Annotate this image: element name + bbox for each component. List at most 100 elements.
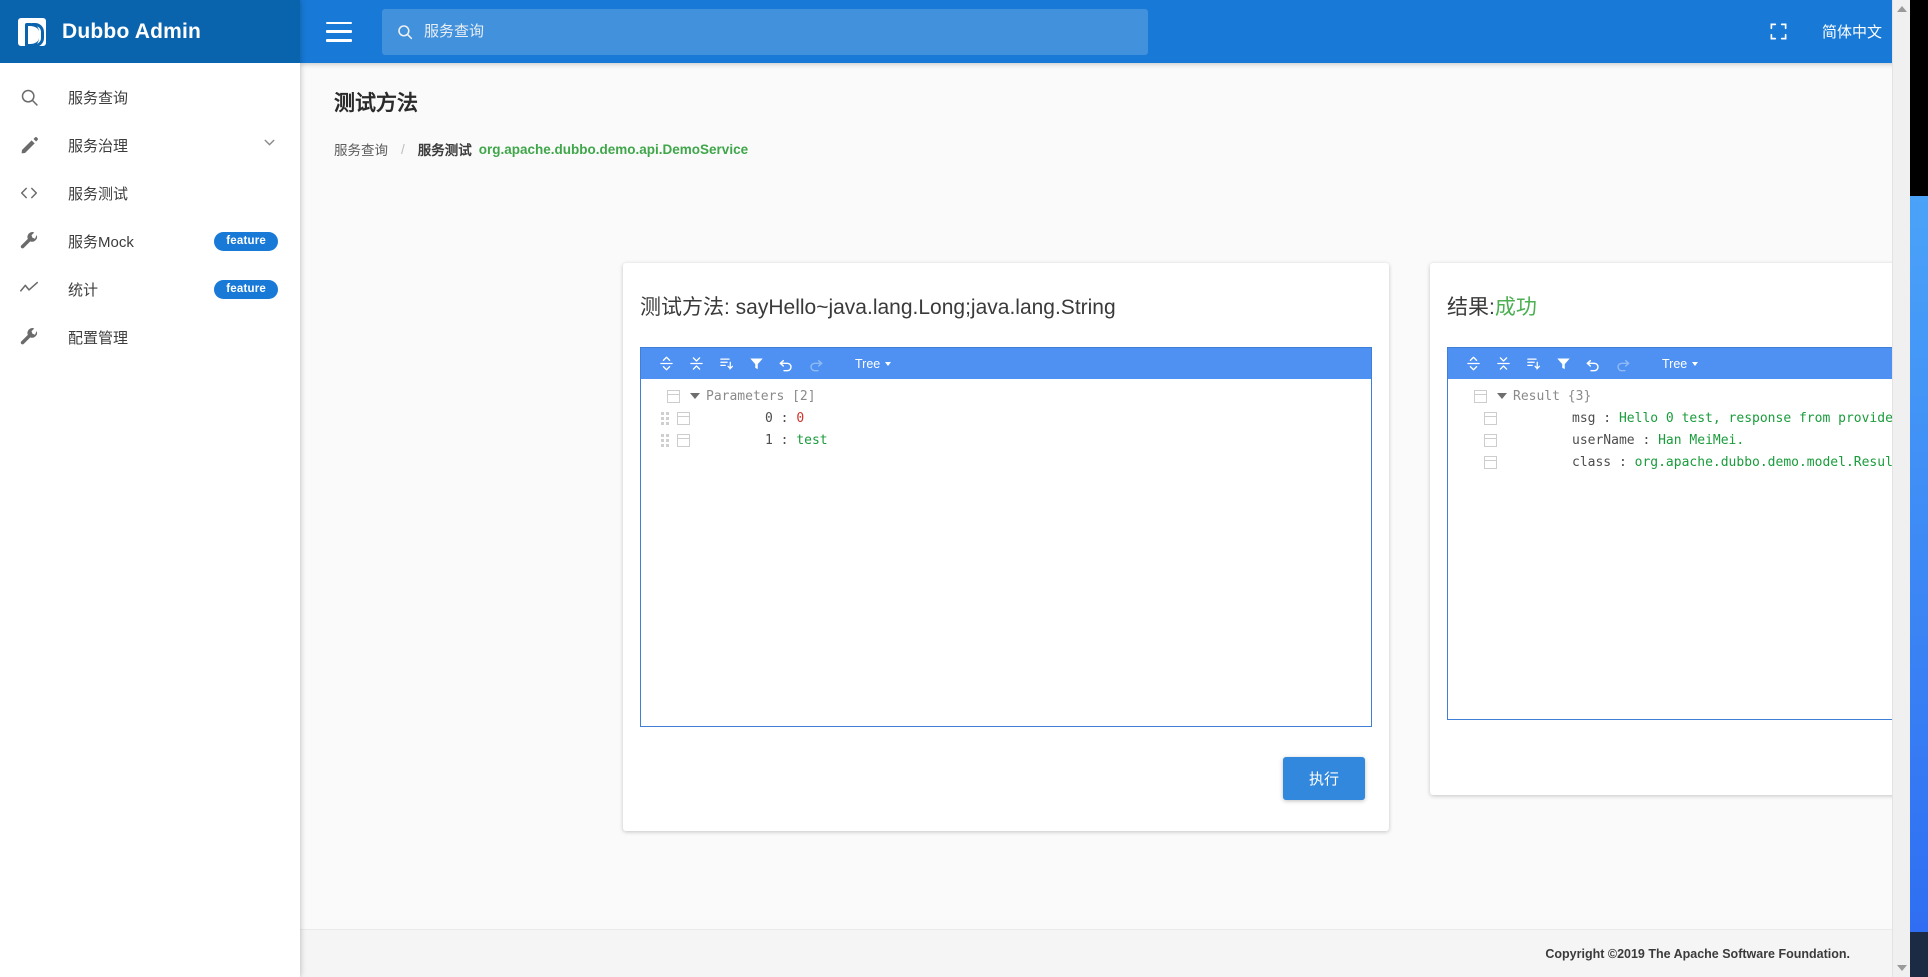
tree-row[interactable]: msg : Hello 0 test, response from provid…: [1448, 407, 1928, 429]
chevron-down-icon: [1692, 361, 1699, 366]
brand-header[interactable]: Dubbo Admin: [0, 0, 300, 63]
drag-handle: [1466, 411, 1478, 425]
redo-icon: [1608, 348, 1638, 379]
chevron-down-icon: [885, 361, 892, 366]
filter-icon[interactable]: [741, 348, 771, 379]
hamburger-icon[interactable]: [326, 21, 352, 42]
search-box[interactable]: [382, 8, 1148, 55]
sidebar: Dubbo Admin 服务查询 服务治理 服务测试 服务Mock featur…: [0, 0, 300, 977]
drag-handle[interactable]: [659, 433, 671, 447]
tree-row[interactable]: userName : Han MeiMei.: [1448, 429, 1928, 451]
page-title: 测试方法: [334, 92, 418, 115]
topbar: 简体中文: [300, 0, 1928, 63]
row-menu-button[interactable]: [677, 411, 690, 425]
result-json-editor[interactable]: Tree Result {3} msg: Hello 0 test, resp…: [1447, 347, 1928, 720]
window-edge-strip: [1910, 0, 1928, 977]
edge-segment-blue: [1910, 196, 1928, 932]
execute-button[interactable]: 执行: [1282, 757, 1365, 800]
tree-row-key: 1: [765, 432, 773, 448]
tree-row[interactable]: class : org.apache.dubbo.demo.model.Resu…: [1448, 451, 1928, 473]
tree-row[interactable]: 0 : 0: [641, 407, 1371, 429]
fullscreen-icon[interactable]: [1769, 22, 1788, 41]
vertical-scrollbar[interactable]: [1892, 0, 1910, 977]
expand-toggle-icon[interactable]: [688, 393, 702, 399]
tree-root-count: [2]: [792, 388, 816, 404]
scroll-down-arrow-icon[interactable]: [1897, 965, 1907, 971]
chevron-down-icon[interactable]: [261, 134, 278, 156]
row-menu-button[interactable]: [1474, 389, 1487, 403]
row-menu-button[interactable]: [1484, 411, 1497, 425]
expand-all-icon[interactable]: [1458, 348, 1488, 379]
undo-icon[interactable]: [771, 348, 801, 379]
tree-row-value[interactable]: Han MeiMei.: [1658, 433, 1744, 448]
editor-mode-dropdown[interactable]: Tree: [855, 357, 892, 371]
sidebar-item-label: 服务Mock: [68, 233, 134, 251]
status-badge: feature: [214, 231, 278, 251]
sidebar-item-service-search[interactable]: 服务查询: [0, 73, 300, 121]
edge-segment-dark: [1910, 0, 1928, 196]
breadcrumb-service-name: org.apache.dubbo.demo.api.DemoService: [478, 141, 749, 157]
row-menu-button[interactable]: [1484, 455, 1497, 469]
breadcrumb-current: 服务测试: [417, 143, 472, 158]
tree-row-separator: :: [772, 410, 797, 426]
tree-row-separator: :: [1595, 410, 1619, 426]
breadcrumb-root[interactable]: 服务查询: [334, 139, 388, 159]
tree-root-row[interactable]: Parameters [2]: [641, 385, 1371, 407]
scroll-up-arrow-icon[interactable]: [1897, 6, 1907, 12]
tree-row-separator: :: [772, 432, 797, 448]
tree-row-value[interactable]: org.apache.dubbo.demo.model.Result: [1635, 455, 1901, 470]
sort-icon[interactable]: [1518, 348, 1548, 379]
pencil-icon: [14, 135, 44, 156]
page-header: 测试方法 服务查询 / 服务测试 org.apache.dubbo.demo.a…: [300, 63, 1928, 159]
app-root: Dubbo Admin 服务查询 服务治理 服务测试 服务Mock featur…: [0, 0, 1928, 977]
tree-row-key: userName: [1572, 432, 1635, 448]
parameters-json-editor[interactable]: Tree Parameters [2] 0: 0 1: test: [640, 347, 1372, 727]
sidebar-item-config-management[interactable]: 配置管理: [0, 313, 300, 361]
breadcrumb-separator: /: [401, 141, 405, 157]
tree-root-label: Parameters: [706, 388, 785, 404]
chart-line-icon: [14, 278, 44, 300]
sidebar-item-label: 服务测试: [68, 185, 129, 203]
tree-row[interactable]: 1 : test: [641, 429, 1371, 451]
expand-toggle-icon[interactable]: [1495, 393, 1509, 399]
collapse-all-icon[interactable]: [1488, 348, 1518, 379]
brand-title: Dubbo Admin: [62, 19, 202, 43]
tree-row-value[interactable]: test: [796, 433, 827, 448]
editor-tree-body[interactable]: Parameters [2] 0 : 0 1: test: [641, 379, 1371, 726]
code-brackets-icon: [14, 182, 44, 204]
sidebar-item-statistics[interactable]: 统计 feature: [0, 265, 300, 313]
drag-handle: [1466, 433, 1478, 447]
sidebar-item-service-mock[interactable]: 服务Mock feature: [0, 217, 300, 265]
copyright-text: Copyright ©2019 The Apache Software Foun…: [1545, 946, 1850, 961]
sidebar-item-label: 服务治理: [68, 137, 129, 155]
search-input[interactable]: [424, 23, 1134, 40]
sidebar-item-service-governance[interactable]: 服务治理: [0, 121, 300, 169]
editor-tree-body[interactable]: Result {3} msg : Hello 0 test, response …: [1448, 379, 1928, 719]
row-menu-button[interactable]: [677, 433, 690, 447]
tree-row-value[interactable]: 0: [796, 411, 804, 426]
sidebar-item-service-test[interactable]: 服务测试: [0, 169, 300, 217]
filter-icon[interactable]: [1548, 348, 1578, 379]
test-method-panel: 测试方法: sayHello~java.lang.Long;java.lang.…: [623, 263, 1389, 831]
drag-handle: [1466, 455, 1478, 469]
collapse-all-icon[interactable]: [681, 348, 711, 379]
search-icon: [14, 87, 44, 108]
result-panel-title: 结果:成功: [1430, 263, 1928, 321]
tree-root-count: {3}: [1567, 388, 1592, 404]
row-menu-button[interactable]: [1484, 433, 1497, 447]
expand-all-icon[interactable]: [651, 348, 681, 379]
language-selector[interactable]: 简体中文: [1822, 21, 1882, 42]
result-panel: 结果:成功 Tree Result {3} msg: Hello 0 test…: [1430, 263, 1928, 795]
tree-row-value[interactable]: Hello 0 test, response from provider: 10…: [1619, 411, 1928, 426]
wrench-icon: [14, 231, 44, 252]
sort-icon[interactable]: [711, 348, 741, 379]
tree-root-label: Result: [1513, 388, 1560, 404]
row-menu-button[interactable]: [667, 389, 680, 403]
result-title-prefix: 结果:: [1447, 296, 1495, 319]
editor-mode-dropdown[interactable]: Tree: [1662, 357, 1699, 371]
drag-handle[interactable]: [659, 411, 671, 425]
sidebar-item-label: 配置管理: [68, 329, 129, 347]
tree-root-row[interactable]: Result {3}: [1448, 385, 1928, 407]
undo-icon[interactable]: [1578, 348, 1608, 379]
redo-icon: [801, 348, 831, 379]
